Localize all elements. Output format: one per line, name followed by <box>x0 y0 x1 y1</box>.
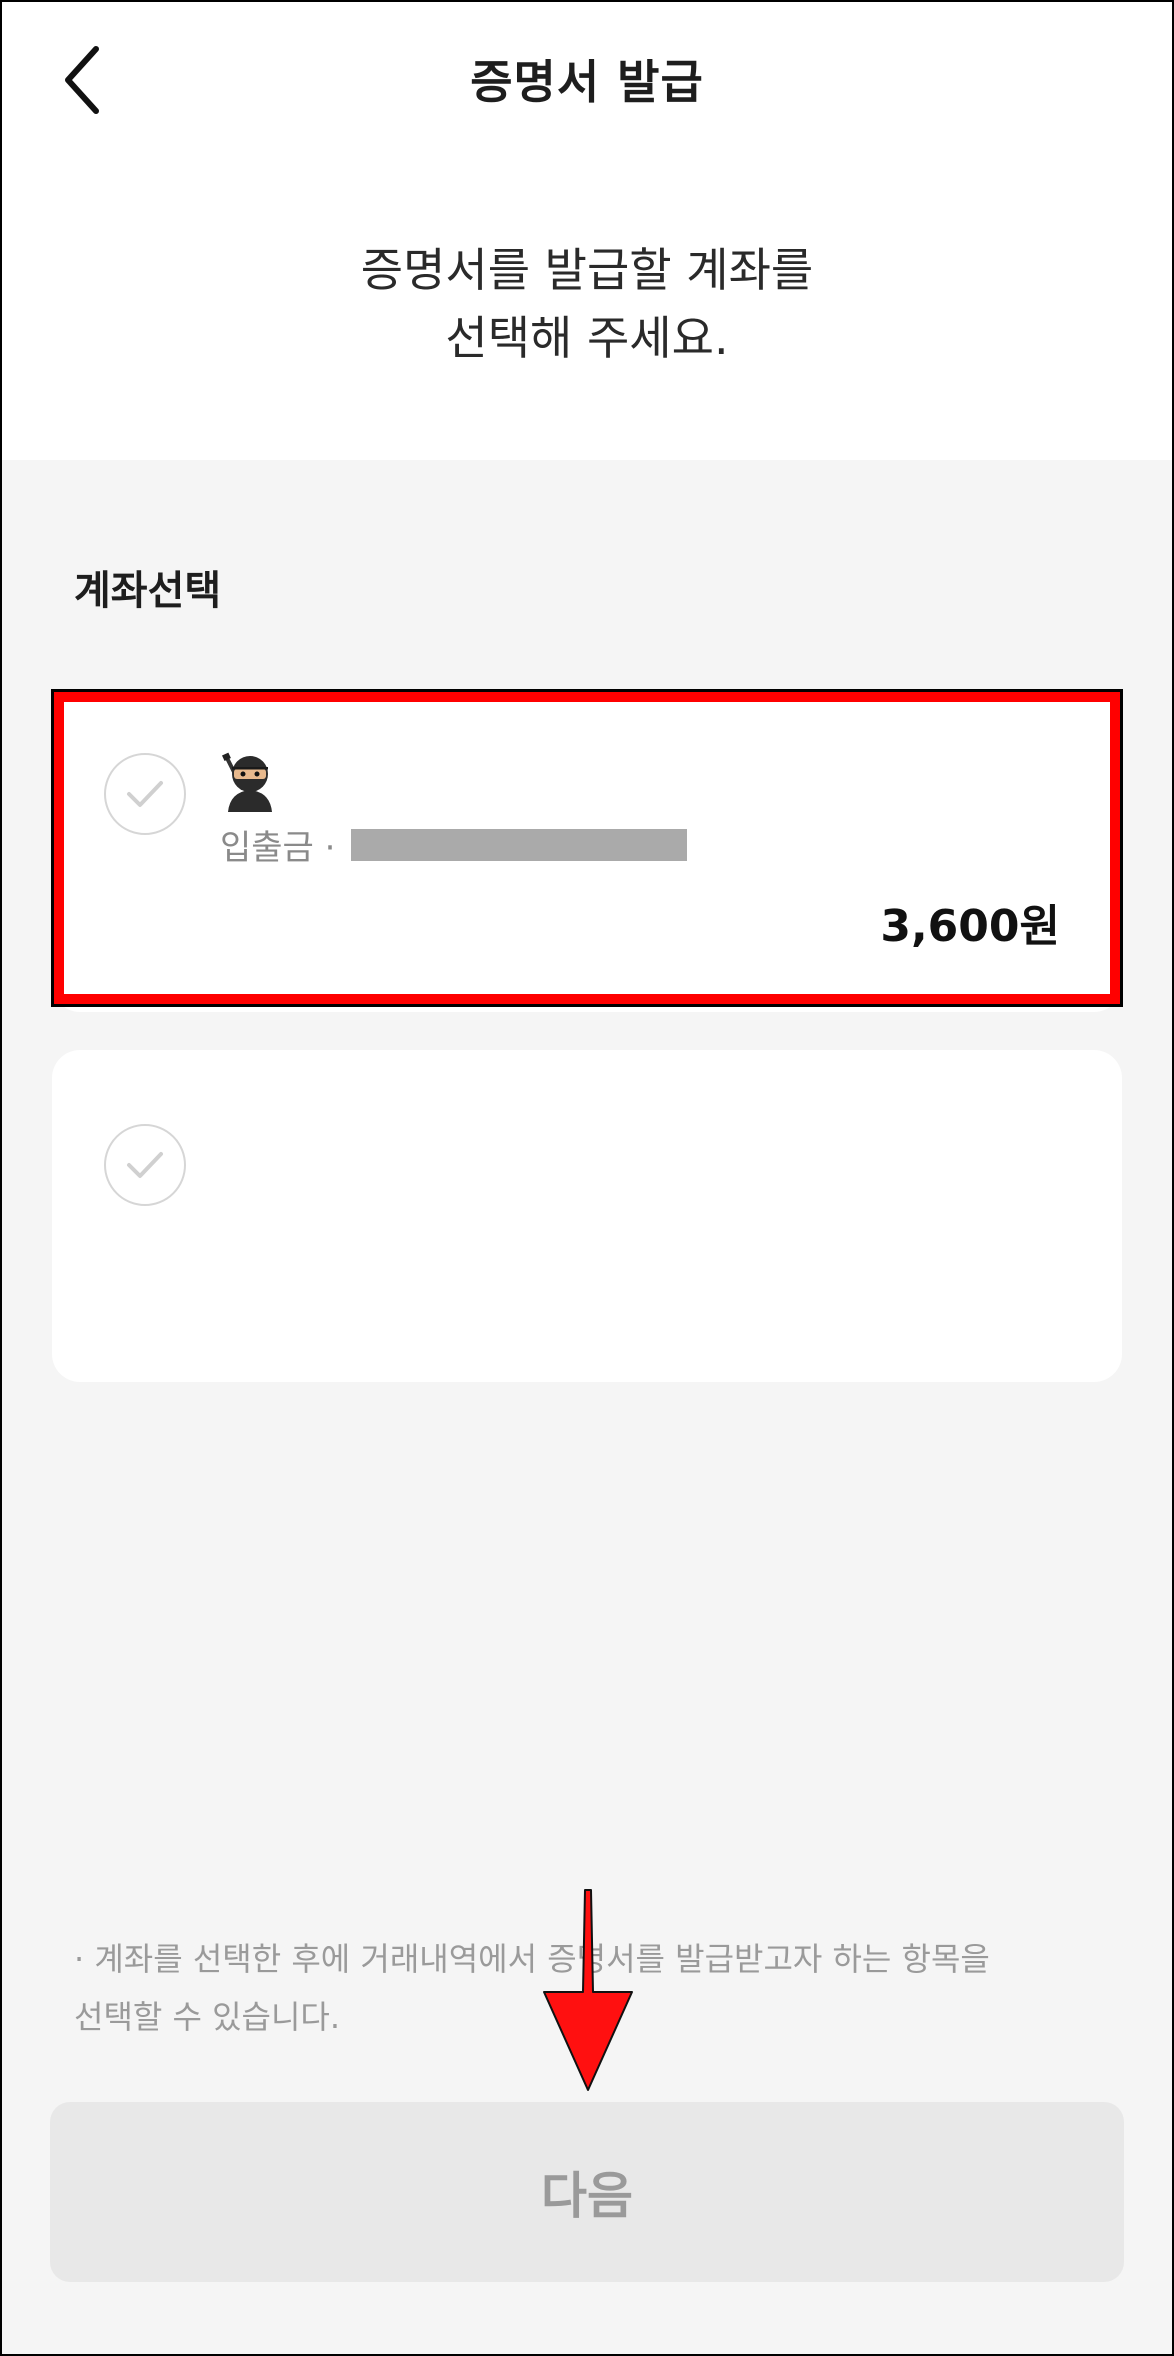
intro-message: 증명서를 발급할 계좌를 선택해 주세요. <box>0 236 1174 372</box>
intro-line-1: 증명서를 발급할 계좌를 <box>360 243 814 297</box>
section-label: 계좌선택 <box>74 568 222 614</box>
select-check-circle[interactable] <box>104 753 186 835</box>
redacted-account-number <box>351 828 688 861</box>
ninja-emoji-icon <box>220 752 280 812</box>
intro-line-2: 선택해 주세요. <box>445 311 729 365</box>
select-check-circle[interactable] <box>104 1124 186 1206</box>
account-type-line: 입출금 · <box>220 820 688 869</box>
top-bar: 증명서 발급 <box>0 0 1174 160</box>
account-type-label: 입출금 · <box>220 828 336 868</box>
page-title: 증명서 발급 <box>470 55 704 109</box>
checkmark-icon <box>127 1152 163 1178</box>
checkmark-icon <box>127 781 163 807</box>
next-button[interactable]: 다음 <box>50 2102 1124 2282</box>
account-card[interactable] <box>52 1050 1122 1382</box>
intro-panel: 증명서를 발급할 계좌를 선택해 주세요. <box>0 160 1174 460</box>
account-balance: 3,600원 <box>880 901 1060 952</box>
annotation-arrow-icon <box>543 1889 633 2091</box>
